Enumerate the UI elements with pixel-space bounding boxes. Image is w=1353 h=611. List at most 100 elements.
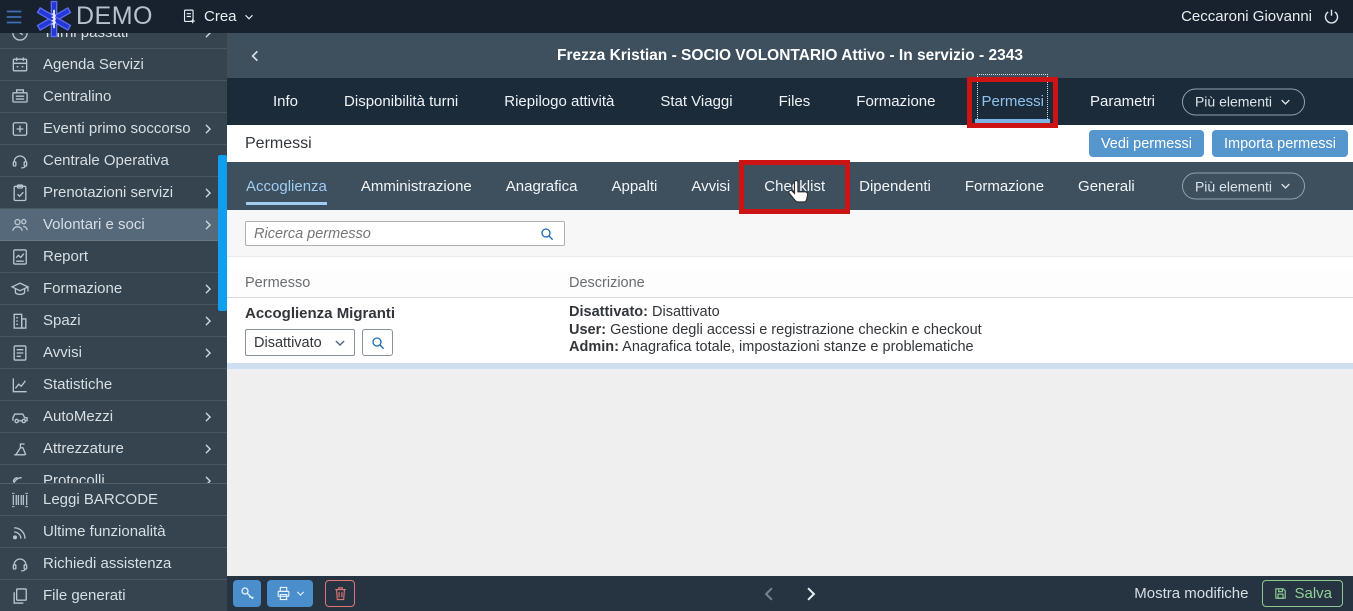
chevron-down-icon	[333, 336, 347, 350]
tab-riepilogo-attivita[interactable]: Riepilogo attività	[504, 78, 614, 125]
building-icon	[10, 311, 30, 331]
tab-formazione[interactable]: Formazione	[856, 78, 935, 125]
sidebar: Turni passati Agenda Servizi Centralino …	[0, 33, 227, 611]
table-row: Accoglienza Migranti Disattivato Disatti…	[227, 298, 1353, 363]
chevron-down-icon	[1279, 180, 1292, 193]
equipment-icon	[10, 439, 30, 459]
sidebar-item-attrezzature[interactable]: Attrezzature	[0, 433, 227, 465]
logout-power-icon[interactable]	[1322, 7, 1341, 26]
tab-permessi[interactable]: Permessi	[981, 78, 1044, 125]
vedi-permessi-button[interactable]: Vedi permessi	[1089, 130, 1204, 157]
permessi-section-header: Permessi Vedi permessi Importa permessi	[227, 125, 1353, 162]
delete-button[interactable]	[325, 580, 355, 607]
chevron-right-icon	[201, 33, 215, 40]
sidebar-item-centralino[interactable]: Centralino	[0, 81, 227, 113]
user-name[interactable]: Ceccaroni Giovanni	[1181, 8, 1312, 25]
tab-parametri[interactable]: Parametri	[1090, 78, 1155, 125]
save-floppy-icon	[1273, 586, 1288, 601]
more-elements-button[interactable]: Più elementi	[1182, 88, 1305, 115]
permesso-value-select[interactable]: Disattivato	[245, 329, 355, 356]
crea-menu-button[interactable]: Crea	[181, 8, 255, 25]
sidebar-item-centrale-operativa[interactable]: Centrale Operativa	[0, 145, 227, 177]
description-line: Admin: Anagrafica totale, impostazioni s…	[569, 339, 982, 357]
headset-icon	[10, 151, 30, 171]
section-title: Permessi	[245, 135, 312, 153]
protocols-icon	[10, 471, 30, 484]
sidebar-item-leggi-barcode[interactable]: Leggi BARCODE	[0, 484, 227, 516]
subtab-checklist[interactable]: Checklist	[764, 162, 825, 210]
importa-permessi-button[interactable]: Importa permessi	[1212, 130, 1348, 157]
permesso-name: Accoglienza Migranti	[245, 305, 395, 322]
permessi-table-header: Permesso Descrizione	[227, 270, 1353, 298]
barcode-icon	[10, 490, 30, 510]
value-help-button[interactable]	[362, 329, 393, 356]
tab-stat-viaggi[interactable]: Stat Viaggi	[660, 78, 732, 125]
sidebar-item-richiedi-assistenza[interactable]: Richiedi assistenza	[0, 548, 227, 580]
sidebar-scrollbar[interactable]	[218, 155, 227, 311]
search-icon[interactable]	[539, 226, 555, 242]
sidebar-item-automezzi[interactable]: AutoMezzi	[0, 401, 227, 433]
hamburger-menu-icon[interactable]	[0, 0, 30, 33]
subtab-appalti[interactable]: Appalti	[611, 162, 657, 210]
brand: DEMO	[34, 0, 153, 39]
subtab-formazione[interactable]: Formazione	[965, 162, 1044, 210]
tab-info[interactable]: Info	[273, 78, 298, 125]
sidebar-scroll-area[interactable]: Turni passati Agenda Servizi Centralino …	[0, 33, 227, 483]
description-line: User: Gestione degli accessi e registraz…	[569, 322, 982, 340]
star-of-life-logo-icon	[34, 0, 74, 39]
graduation-icon	[10, 279, 30, 299]
subtab-anagrafica[interactable]: Anagrafica	[506, 162, 578, 210]
chevron-right-icon	[201, 218, 215, 232]
sidebar-item-statistiche[interactable]: Statistiche	[0, 369, 227, 401]
subtab-avvisi[interactable]: Avvisi	[691, 162, 730, 210]
sidebar-item-agenda-servizi[interactable]: Agenda Servizi	[0, 49, 227, 81]
sidebar-item-volontari-e-soci[interactable]: Volontari e soci	[0, 209, 227, 241]
next-page-icon[interactable]	[801, 584, 821, 604]
chevron-right-icon	[201, 474, 215, 484]
car-icon	[10, 407, 30, 427]
tab-disponibilita-turni[interactable]: Disponibilità turni	[344, 78, 458, 125]
files-icon	[10, 586, 30, 606]
crea-label: Crea	[204, 8, 237, 25]
permesso-description: Disattivato: Disattivato User: Gestione …	[569, 304, 982, 357]
sidebar-item-spazi[interactable]: Spazi	[0, 305, 227, 337]
permissions-key-button[interactable]	[233, 580, 261, 607]
key-icon	[239, 585, 256, 602]
sidebar-item-protocolli[interactable]: Protocolli	[0, 465, 227, 483]
subtab-dipendenti[interactable]: Dipendenti	[859, 162, 931, 210]
headset-icon	[10, 554, 30, 574]
selected-subtab-underline	[246, 202, 327, 205]
more-elements-button-subtabs[interactable]: Più elementi	[1182, 173, 1305, 200]
footer-toolbar: Mostra modifiche Salva	[227, 576, 1353, 611]
previous-page-icon[interactable]	[759, 584, 779, 604]
save-button[interactable]: Salva	[1262, 580, 1343, 607]
chevron-right-icon	[201, 314, 215, 328]
description-line: Disattivato: Disattivato	[569, 304, 982, 322]
sidebar-item-prenotazioni-servizi[interactable]: Prenotazioni servizi	[0, 177, 227, 209]
subtab-accoglienza[interactable]: Accoglienza	[246, 162, 327, 210]
broadcast-icon	[10, 522, 30, 542]
print-button[interactable]	[267, 580, 313, 607]
search-input[interactable]	[246, 226, 539, 242]
chevron-down-icon	[295, 588, 306, 599]
sidebar-item-ultime-funzionalita[interactable]: Ultime funzionalità	[0, 516, 227, 548]
printer-icon	[275, 585, 292, 602]
trash-icon	[332, 585, 349, 602]
subtab-amministrazione[interactable]: Amministrazione	[361, 162, 472, 210]
sidebar-footer: Leggi BARCODE Ultime funzionalità Richie…	[0, 483, 227, 611]
clock-icon	[10, 33, 30, 43]
sidebar-item-report[interactable]: Report	[0, 241, 227, 273]
sidebar-item-formazione[interactable]: Formazione	[0, 273, 227, 305]
sidebar-item-file-generati[interactable]: File generati	[0, 580, 227, 611]
sidebar-item-eventi-primo-soccorso[interactable]: Eventi primo soccorso	[0, 113, 227, 145]
back-button[interactable]	[241, 33, 269, 78]
tab-files[interactable]: Files	[779, 78, 811, 125]
permessi-category-tab-bar: Accoglienza Amministrazione Anagrafica A…	[227, 162, 1353, 210]
sidebar-item-avvisi[interactable]: Avvisi	[0, 337, 227, 369]
clipboard-icon	[10, 183, 30, 203]
chevron-right-icon	[201, 410, 215, 424]
show-changes-link[interactable]: Mostra modifiche	[1134, 585, 1248, 602]
chevron-right-icon	[201, 122, 215, 136]
chevron-down-icon	[243, 11, 255, 23]
subtab-generali[interactable]: Generali	[1078, 162, 1135, 210]
